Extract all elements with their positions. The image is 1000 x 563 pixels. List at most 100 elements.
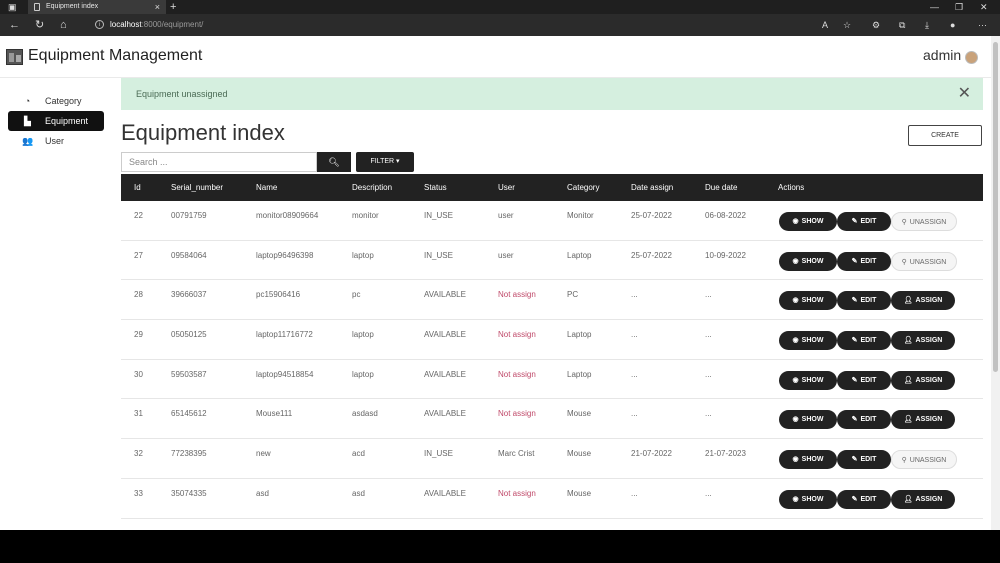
edit-icon: ✎ [851,416,858,424]
search-button[interactable]: 🔍︎ [317,152,351,172]
cell-user: Marc Crist [498,449,535,459]
sidebar-item-category[interactable]: ◔ Category [8,91,104,111]
sidebar-item-label: User [45,136,65,146]
user-name[interactable]: admin [923,47,961,63]
cell-status: AVAILABLE [424,409,466,419]
minimize-icon[interactable]: — [930,0,939,14]
cell-name: monitor08909664 [256,211,319,220]
close-window-icon[interactable]: ✕ [980,0,988,14]
success-alert: Equipment unassigned ✕ [121,78,983,110]
refresh-icon[interactable]: ↻ [35,14,44,36]
assign-button[interactable]: 👤︎ ASSIGN [891,291,955,311]
button-label: SHOW [801,337,824,345]
assign-button[interactable]: 👤︎ ASSIGN [891,331,955,351]
home-icon[interactable]: ⌂ [60,14,67,36]
show-button[interactable]: ◉ SHOW [779,331,837,351]
cell-due-date: ... [705,409,712,419]
sidebar-item-equipment[interactable]: ▙ Equipment [8,111,104,131]
cell-category: Mouse [567,449,592,459]
cell-category: PC [567,290,579,300]
cell-date-assign: 25-07-2022 [631,250,672,260]
cell-id: 27 [134,250,143,260]
cell-date-assign: ... [631,290,638,300]
edit-button[interactable]: ✎ EDIT [837,331,891,351]
cell-description: asdasd [352,409,378,419]
url-path: :8000/equipment/ [141,20,204,29]
show-button[interactable]: ◉ SHOW [779,251,837,271]
browser-tab[interactable]: Equipment index × [28,0,166,14]
cell-description: pc [352,290,361,300]
table-row: 30 59503587 laptop94518854 laptop AVAILABLE N… [121,360,983,400]
show-button[interactable]: ◉ SHOW [779,489,837,509]
unassign-button[interactable]: ⚲ UNASSIGN [891,212,957,231]
cell-name: pc15906416 [256,290,301,300]
edit-button[interactable]: ✎ EDIT [837,291,891,311]
sidebar-item-user[interactable]: 👥 User [8,131,104,151]
url-field[interactable]: i localhost:8000/equipment/ [90,17,870,33]
cell-category: Mouse [567,488,592,498]
column-header-category: Category [567,183,600,192]
scrollbar-thumb[interactable] [993,42,998,372]
new-tab-icon[interactable]: + [170,0,176,14]
back-icon[interactable]: ← [9,14,20,36]
cell-category: Mouse [567,409,592,419]
filter-button[interactable]: FILTER ▾ [356,152,414,172]
column-header-id: Id [134,183,141,192]
edit-button[interactable]: ✎ EDIT [837,410,891,430]
close-icon[interactable]: ✕ [958,78,971,110]
equipment-table: Id Serial_number Name Description Status… [121,174,983,530]
cell-serial: 35074335 [171,488,207,498]
extensions-icon[interactable]: ⚙ [872,14,880,36]
more-icon[interactable]: ··· [978,14,987,36]
window-menu-icon[interactable]: ▣ [8,0,17,14]
cell-id: 29 [134,330,143,340]
tab-title: Equipment index [46,3,99,10]
button-label: ASSIGN [915,376,943,384]
close-tab-icon[interactable]: × [155,0,160,14]
button-label: SHOW [801,416,824,424]
user-plus-icon: 👤︎ [903,416,913,424]
unassign-button[interactable]: ⚲ UNASSIGN [891,450,957,470]
user-plus-icon: 👤︎ [903,376,913,384]
eye-icon: ◉ [792,376,799,384]
profile-icon[interactable]: ● [950,14,955,36]
scrollbar[interactable] [991,36,1000,530]
alert-message: Equipment unassigned [136,89,228,99]
button-label: ASSIGN [915,297,943,305]
edit-button[interactable]: ✎ EDIT [837,212,891,231]
unassign-button[interactable]: ⚲ UNASSIGN [891,251,957,271]
show-button[interactable]: ◉ SHOW [779,212,837,231]
maximize-icon[interactable]: ❐ [955,0,963,14]
cell-description: laptop [352,330,374,340]
favorite-icon[interactable]: ☆ [843,14,851,36]
table-row: 22 00791759 monitor08909664 monitor IN_USE us… [121,201,983,241]
users-icon: 👥 [22,136,34,146]
cell-date-assign: 21-07-2022 [631,449,672,459]
avatar[interactable] [965,51,978,64]
edit-button[interactable]: ✎ EDIT [837,251,891,271]
download-icon[interactable]: ⤓ [925,14,929,36]
assign-button[interactable]: 👤︎ ASSIGN [891,410,955,430]
edit-button[interactable]: ✎ EDIT [837,489,891,509]
edit-button[interactable]: ✎ EDIT [837,450,891,470]
assign-button[interactable]: 👤︎ ASSIGN [891,370,955,390]
cell-due-date: ... [705,488,712,498]
show-button[interactable]: ◉ SHOW [779,370,837,390]
edit-button[interactable]: ✎ EDIT [837,370,891,390]
show-button[interactable]: ◉ SHOW [779,291,837,311]
button-label: SHOW [801,376,824,384]
info-icon[interactable]: i [95,20,104,29]
cell-serial: 65145612 [171,409,207,419]
collections-icon[interactable]: ⧉ [899,14,905,36]
cell-status: IN_USE [424,250,453,260]
show-button[interactable]: ◉ SHOW [779,450,837,470]
eye-icon: ◉ [792,218,799,225]
column-header-description: Description [352,183,393,192]
show-button[interactable]: ◉ SHOW [779,410,837,430]
search-input[interactable] [121,152,317,172]
cell-id: 28 [134,290,143,300]
assign-button[interactable]: 👤︎ ASSIGN [891,489,955,509]
create-button[interactable]: CREATE [908,125,982,146]
read-aloud-icon[interactable]: A [822,14,828,36]
cell-due-date: ... [705,330,712,340]
